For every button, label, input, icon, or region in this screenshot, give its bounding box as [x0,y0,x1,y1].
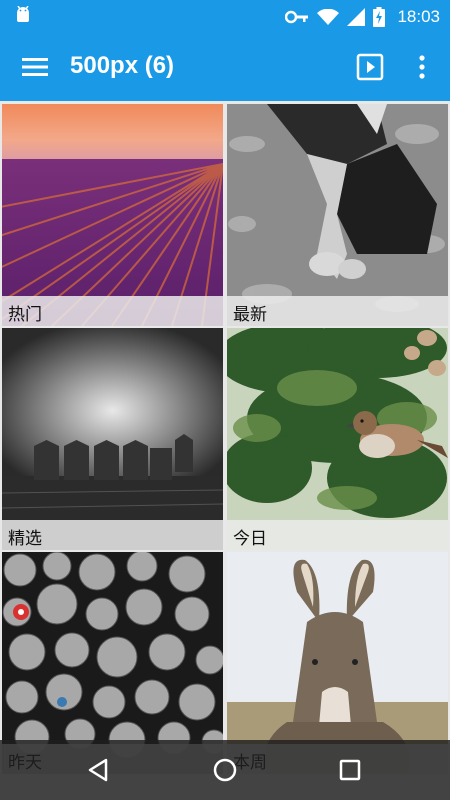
signal-icon [347,7,366,26]
photo [227,328,448,550]
clock: 18:03 [397,6,440,26]
tile-label: 最新 [233,305,267,325]
category-tile[interactable]: 热门 [2,104,223,326]
category-tile[interactable]: 今日 [227,328,448,550]
page-title: 500px (6) [70,52,175,79]
category-grid: 热门 最新 精选 今日 [0,101,450,800]
system-nav-bar [0,740,450,800]
photo [227,104,448,326]
tile-label: 精选 [8,529,42,549]
category-tile[interactable]: 最新 [227,104,448,326]
tile-label: 热门 [8,305,42,325]
status-bar: 18:03 [0,0,450,33]
slideshow-play-icon[interactable] [356,53,384,81]
tile-label: 今日 [233,529,267,549]
app-bar: 500px (6) [0,33,450,101]
photo [2,328,223,550]
recents-icon[interactable] [334,754,366,786]
category-tile[interactable]: 精选 [2,328,223,550]
home-icon[interactable] [209,754,241,786]
battery-charging-icon [373,6,386,27]
wifi-icon [317,8,340,25]
key-icon [285,10,309,23]
more-vert-icon[interactable] [412,53,432,81]
photo [2,104,223,326]
menu-icon[interactable] [20,53,50,81]
back-icon[interactable] [82,754,114,786]
tile-label-bar: 精选 [2,520,223,550]
tile-label-bar: 最新 [227,296,448,326]
tile-label-bar: 今日 [227,520,448,550]
tile-label-bar: 热门 [2,296,223,326]
android-icon [17,6,29,22]
